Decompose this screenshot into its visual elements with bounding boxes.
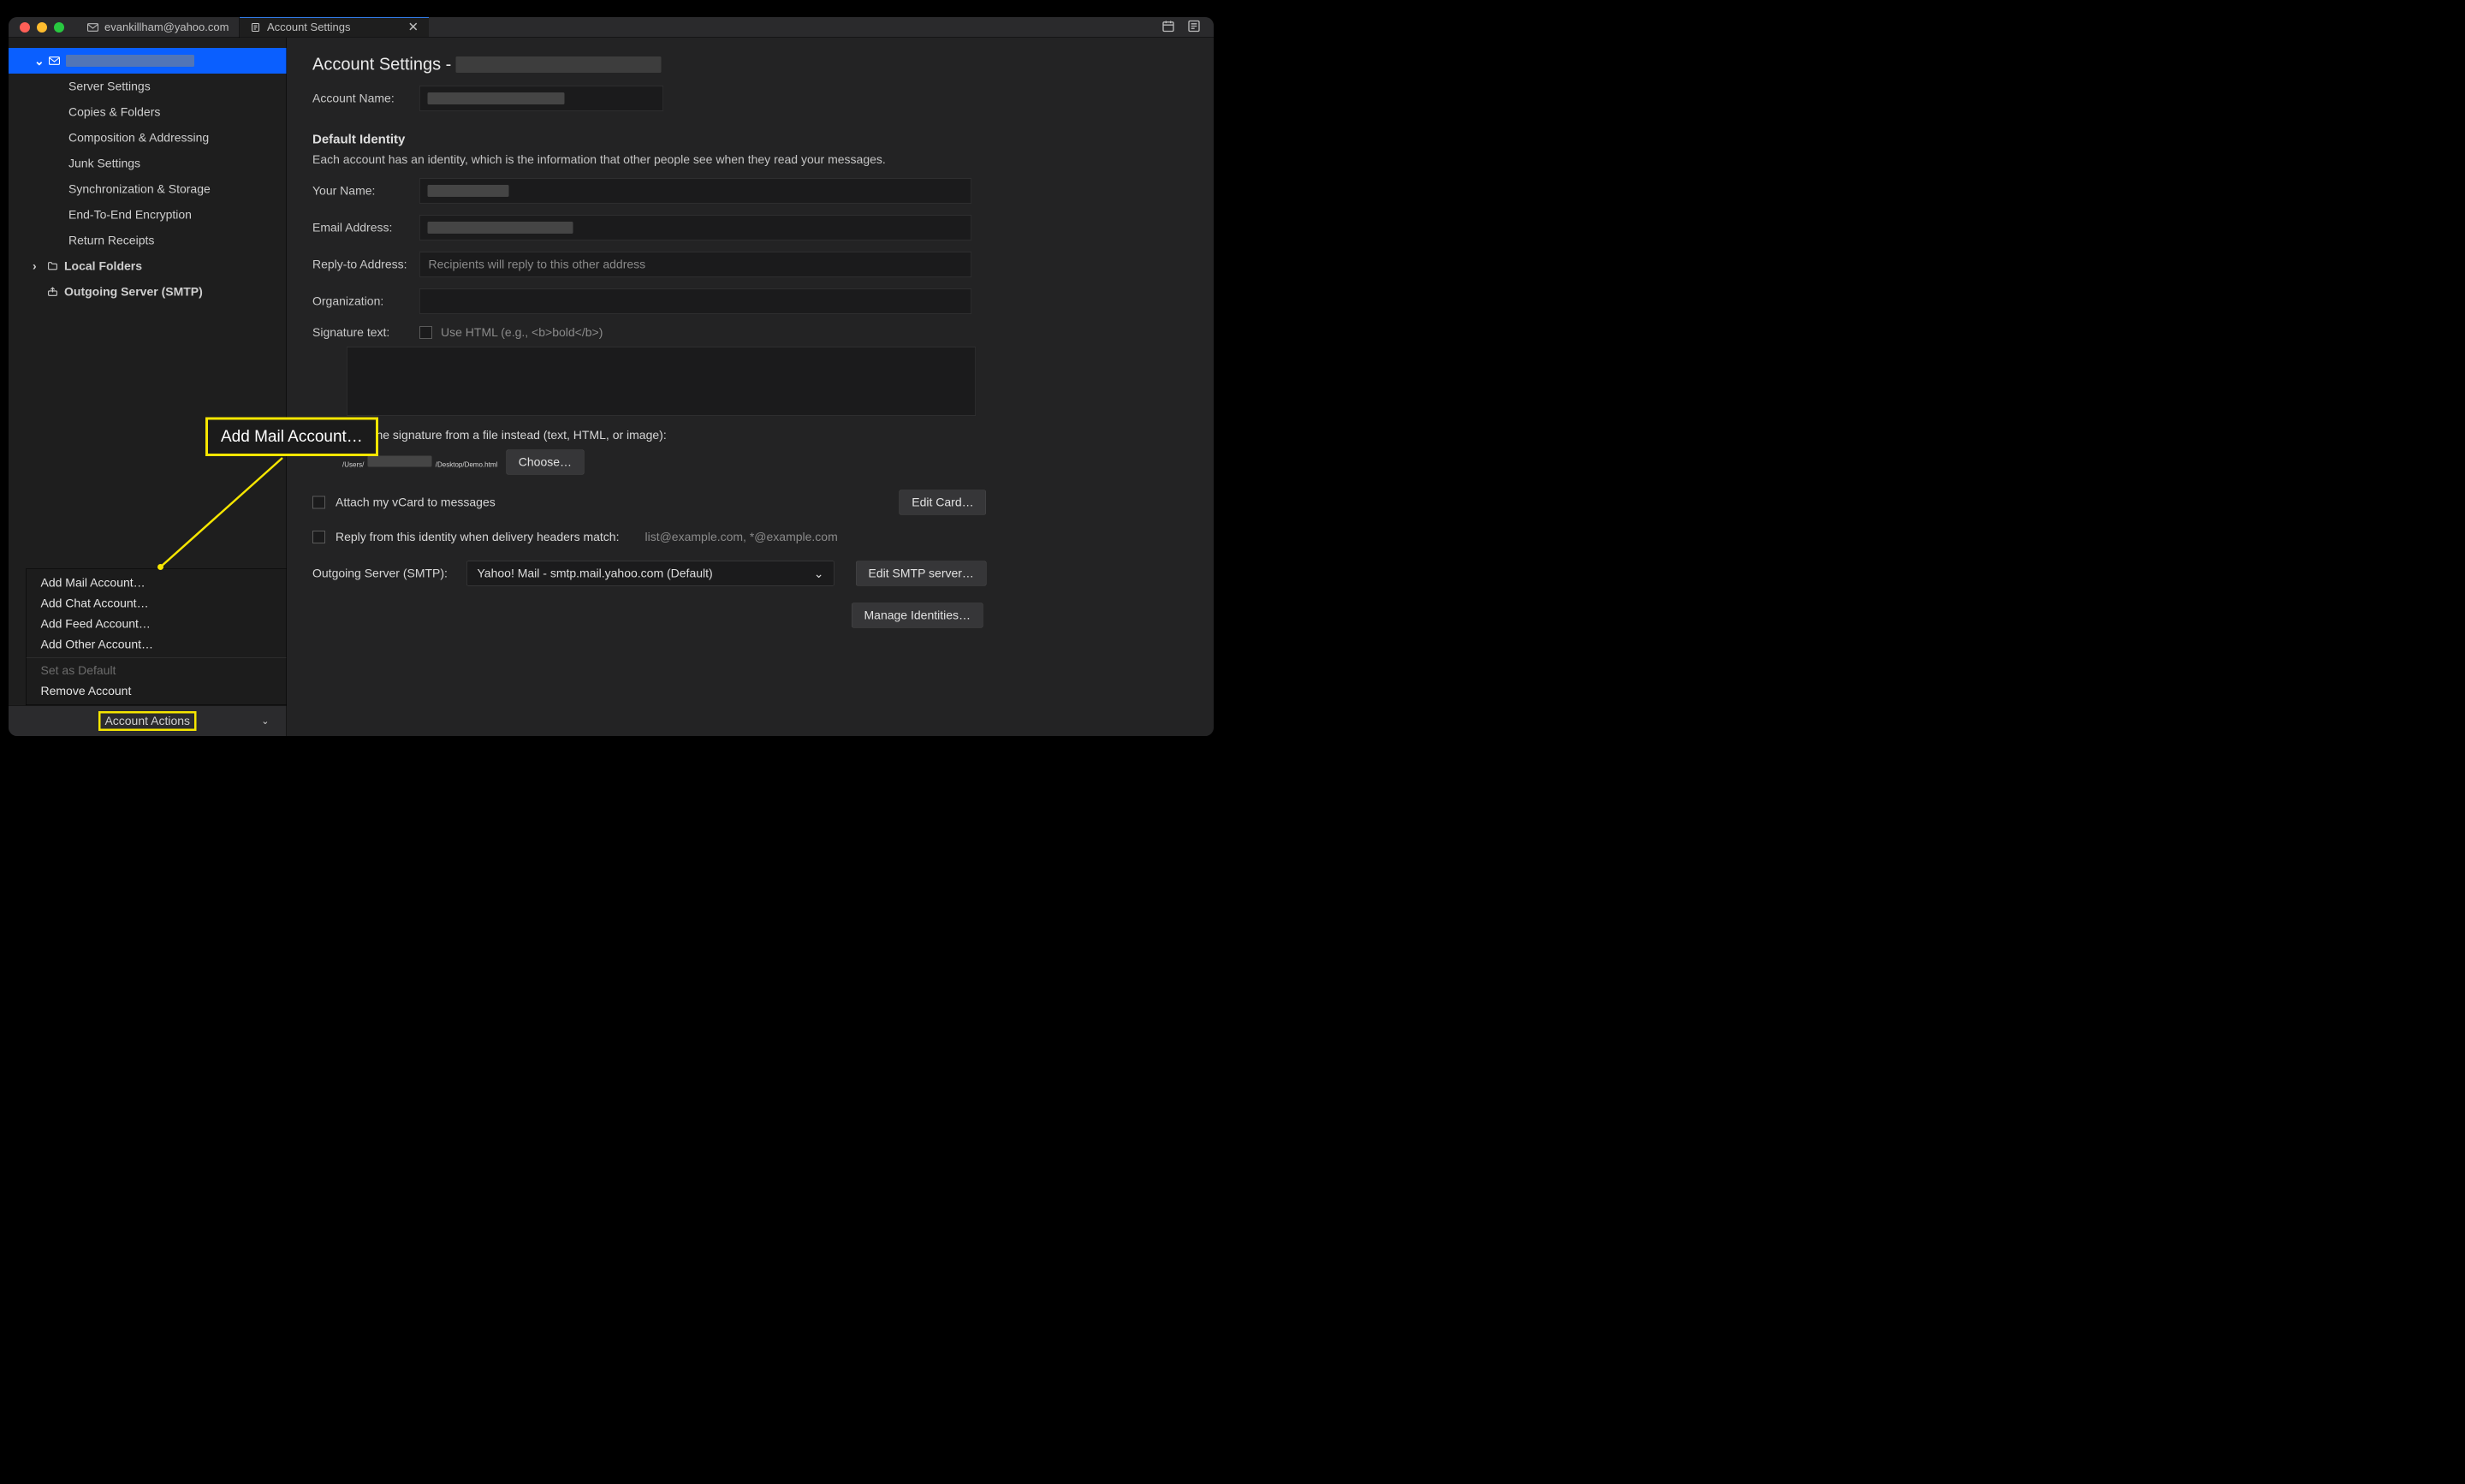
use-html-label: Use HTML (e.g., <b>bold</b>) [441, 326, 603, 340]
attach-vcard-checkbox[interactable] [312, 496, 325, 509]
account-name-input[interactable] [419, 86, 663, 111]
edit-smtp-button[interactable]: Edit SMTP server… [856, 561, 986, 586]
chevron-down-icon: ⌄ [261, 715, 269, 727]
menu-set-default: Set as Default [27, 661, 287, 681]
reply-identity-checkbox[interactable] [312, 531, 325, 543]
row-attach-vcard: Attach my vCard to messages Edit Card… [312, 490, 1188, 515]
field-account-name: Account Name: [312, 86, 1188, 111]
label: Email Address: [312, 221, 419, 234]
placeholder: list@example.com, *@example.com [644, 531, 837, 544]
content-panel: Account Settings - Account Name: Default… [287, 38, 1214, 736]
chevron-down-icon: ⌄ [814, 567, 824, 581]
signature-path-input[interactable]: /Users/ /Desktop/Demo.html [342, 455, 497, 469]
reply-identity-input[interactable]: list@example.com, *@example.com [636, 531, 961, 544]
callout-arrow [9, 17, 308, 616]
identity-heading: Default Identity [312, 133, 1188, 147]
edit-card-button[interactable]: Edit Card… [900, 490, 986, 515]
menu-add-feed-account[interactable]: Add Feed Account… [27, 614, 287, 634]
choose-button[interactable]: Choose… [506, 450, 584, 475]
your-name-input[interactable] [419, 179, 971, 204]
label: Reply from this identity when delivery h… [336, 531, 619, 544]
field-your-name: Your Name: [312, 179, 1188, 204]
manage-identities-button[interactable]: Manage Identities… [852, 603, 983, 628]
redacted-value [428, 185, 509, 197]
highlight-box: Account Actions [98, 711, 197, 731]
label: Reply-to Address: [312, 258, 419, 271]
field-reply-to: Reply-to Address: Recipients will reply … [312, 252, 1188, 277]
row-reply-identity: Reply from this identity when delivery h… [312, 531, 1188, 544]
field-organization: Organization: [312, 289, 1188, 314]
row-smtp: Outgoing Server (SMTP): Yahoo! Mail - sm… [312, 561, 1188, 586]
signature-textarea[interactable] [347, 347, 976, 416]
callout-endpoint-icon [157, 564, 163, 570]
close-tab-icon[interactable]: ✕ [408, 20, 419, 35]
use-html-checkbox[interactable] [419, 326, 432, 339]
calendar-icon[interactable] [1161, 20, 1175, 36]
smtp-select[interactable]: Yahoo! Mail - smtp.mail.yahoo.com (Defau… [466, 561, 835, 586]
label: Signature text: [312, 326, 419, 340]
placeholder: Recipients will reply to this other addr… [429, 258, 646, 271]
reply-to-input[interactable]: Recipients will reply to this other addr… [419, 252, 971, 277]
account-actions-button[interactable]: Account Actions ⌄ [9, 705, 287, 736]
redacted-user [368, 455, 432, 466]
field-signature-text: Signature text: Use HTML (e.g., <b>bold<… [312, 326, 1188, 340]
menu-add-other-account[interactable]: Add Other Account… [27, 634, 287, 655]
row-attach-signature: Attach the signature from a file instead… [312, 429, 1188, 442]
callout-add-mail-account: Add Mail Account… [205, 418, 378, 457]
email-input[interactable] [419, 216, 971, 240]
identity-desc: Each account has an identity, which is t… [312, 153, 1188, 167]
redacted-value [428, 92, 565, 104]
label: Account Name: [312, 92, 419, 105]
redacted-value [428, 222, 573, 234]
page-title: Account Settings - [312, 55, 1188, 74]
menu-remove-account[interactable]: Remove Account [27, 681, 287, 702]
redacted-title [455, 56, 661, 73]
label: Attach the signature from a file instead… [336, 429, 667, 442]
menu-separator [27, 657, 287, 658]
label: Outgoing Server (SMTP): [312, 567, 458, 580]
tasks-icon[interactable] [1187, 20, 1201, 36]
label: Attach my vCard to messages [336, 496, 496, 509]
label: Organization: [312, 294, 419, 308]
selected-value: Yahoo! Mail - smtp.mail.yahoo.com (Defau… [478, 567, 713, 580]
label: Your Name: [312, 184, 419, 198]
field-email: Email Address: [312, 216, 1188, 240]
organization-input[interactable] [419, 289, 971, 314]
